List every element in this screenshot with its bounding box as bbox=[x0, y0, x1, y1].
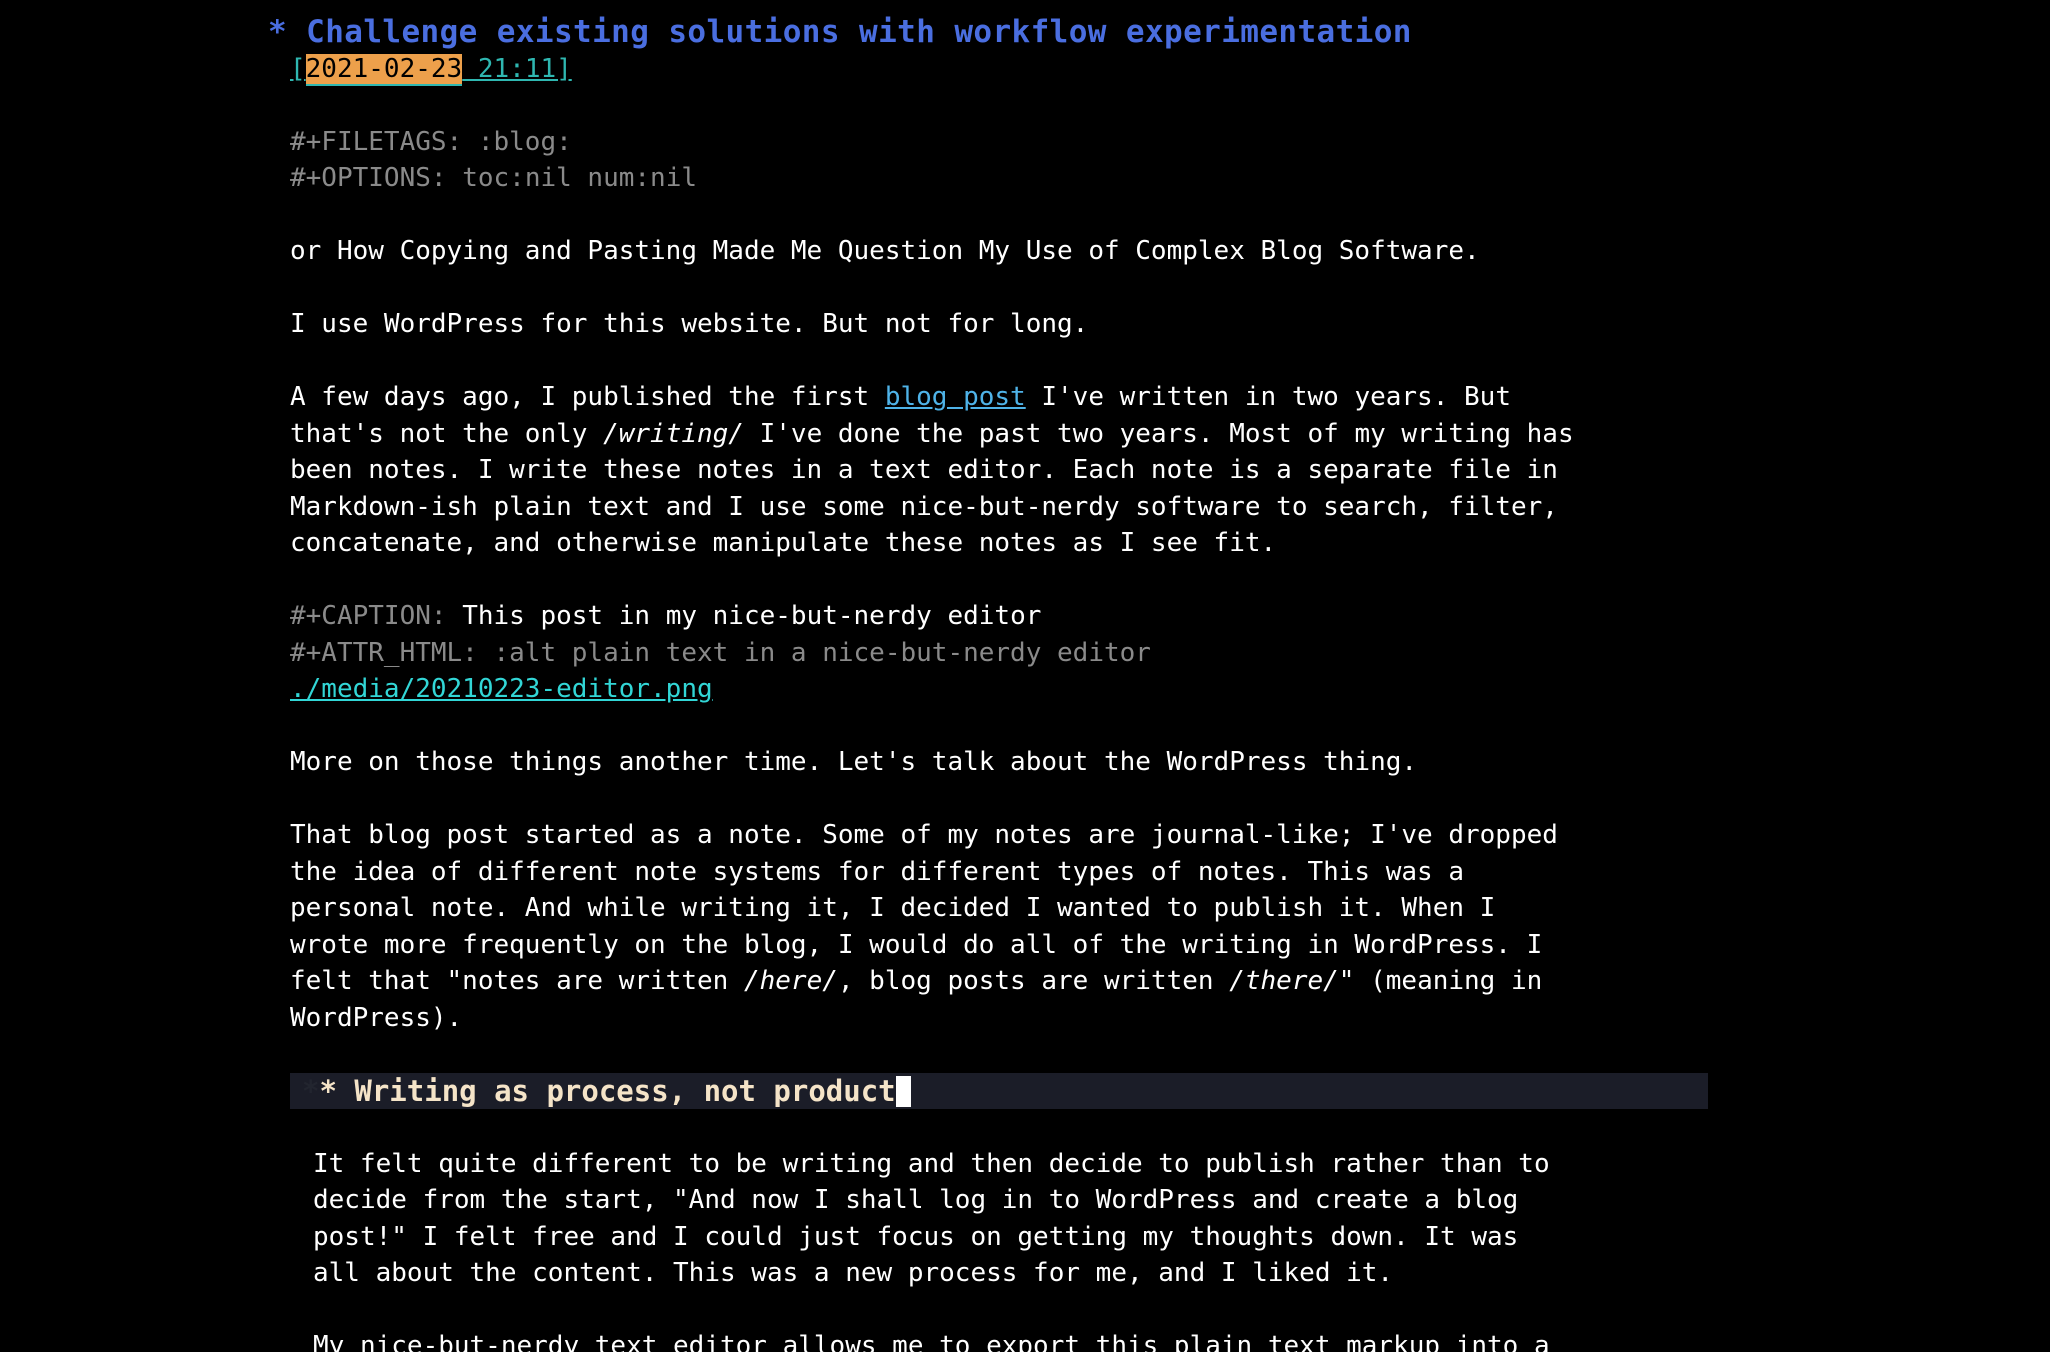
italic-there: /there/ bbox=[1229, 966, 1339, 996]
paragraph-fewdays-line-5: concatenate, and otherwise manipulate th… bbox=[290, 528, 1277, 558]
text-after-italic: I've done the past two years. Most of my… bbox=[743, 418, 1574, 449]
attr-html-keyword: #+ATTR_HTML: bbox=[290, 637, 478, 668]
paragraph-itfelt-line-2: decide from the start, "And now I shall … bbox=[313, 1185, 1519, 1215]
italic-writing: /writing/ bbox=[603, 418, 744, 449]
paragraph-wordpress: I use WordPress for this website. But no… bbox=[290, 309, 1089, 339]
caption-keyword: #+CAPTION: bbox=[290, 601, 447, 631]
current-line-highlight[interactable]: ** Writing as process, not product bbox=[290, 1072, 1708, 1109]
headline-level-1-title: Challenge existing solutions with workfl… bbox=[306, 14, 1412, 50]
paragraph-fewdays-line-1: A few days ago, I published the first bl… bbox=[0, 379, 2050, 416]
options-value: toc:nil num:nil bbox=[446, 163, 697, 193]
paragraph-fewdays-line-4: Markdown-ish plain text and I use some n… bbox=[290, 491, 1558, 522]
italic-here: /here/ bbox=[743, 966, 838, 996]
headline-visible-star: * bbox=[319, 1073, 355, 1108]
paragraph-itfelt-line-4: all about the content. This was a new pr… bbox=[313, 1258, 1394, 1288]
paragraph-thatblog-line-4: wrote more frequently on the blog, I wou… bbox=[290, 929, 1543, 960]
paragraph-fewdays-line-2: that's not the only /writing/ I've done … bbox=[0, 416, 2050, 453]
paragraph-itfelt-line-3: post!" I felt free and I could just focu… bbox=[313, 1221, 1519, 1252]
image-file-link[interactable]: ./media/20210223-editor.png bbox=[290, 674, 713, 704]
text-before-link: A few days ago, I published the first bbox=[290, 382, 885, 412]
paragraph-mynice-partial: My nice-but-nerdy text editor allows me … bbox=[313, 1331, 1550, 1352]
options-keyword: #+OPTIONS: bbox=[290, 163, 447, 193]
filetags-value: :blog: bbox=[462, 126, 572, 157]
headline-level-2-title: Writing as process, not product bbox=[354, 1073, 896, 1108]
org-timestamp-line[interactable]: [2021-02-23 21:11] bbox=[0, 51, 2050, 88]
paragraph-moreon: More on those things another time. Let's… bbox=[290, 747, 1418, 777]
paragraph-itfelt-line-1: It felt quite different to be writing an… bbox=[313, 1148, 1550, 1179]
attr-html-value: :alt plain text in a nice-but-nerdy edit… bbox=[477, 637, 1151, 668]
text-after-link: I've written in two years. But bbox=[1025, 382, 1511, 412]
text-cursor bbox=[895, 1075, 911, 1107]
headline-level-1[interactable]: * Challenge existing solutions with work… bbox=[0, 14, 2050, 51]
headline-space bbox=[287, 14, 306, 50]
text-segment-b: , blog posts are written bbox=[837, 966, 1230, 996]
attr-html-line[interactable]: #+ATTR_HTML: :alt plain text in a nice-b… bbox=[0, 635, 2050, 672]
paragraph-thatblog-line-5: felt that "notes are written /here/, blo… bbox=[0, 963, 2050, 1000]
timestamp-time: 21:11] bbox=[462, 53, 572, 84]
caption-line[interactable]: #+CAPTION: This post in my nice-but-nerd… bbox=[0, 598, 2050, 635]
options-line[interactable]: #+OPTIONS: toc:nil num:nil bbox=[0, 160, 2050, 197]
paragraph-thatblog-line-3: personal note. And while writing it, I d… bbox=[290, 893, 1496, 923]
paragraph-thatblog-line-1: That blog post started as a note. Some o… bbox=[290, 820, 1558, 850]
paragraph-thatblog-line-6: WordPress). bbox=[290, 1002, 463, 1033]
paragraph-thatblog-line-2: the idea of different note systems for d… bbox=[290, 856, 1464, 887]
blog-post-link[interactable]: blog post bbox=[885, 382, 1026, 412]
image-link-line[interactable]: ./media/20210223-editor.png bbox=[0, 671, 2050, 708]
filetags-keyword: #+FILETAGS: bbox=[290, 126, 463, 157]
filetags-line[interactable]: #+FILETAGS: :blog: bbox=[0, 124, 2050, 161]
headline-level-2-row[interactable]: ** Writing as process, not product bbox=[0, 1072, 2050, 1109]
headline-stars: * bbox=[268, 14, 288, 50]
text-segment-a: felt that "notes are written bbox=[290, 966, 744, 996]
timestamp-date-selected[interactable]: 2021-02-23 bbox=[305, 53, 463, 86]
headline-hidden-star: * bbox=[302, 1073, 320, 1108]
timestamp-open-bracket: [ bbox=[290, 53, 306, 84]
text-before-italic: that's not the only bbox=[290, 418, 604, 449]
text-segment-c: " (meaning in bbox=[1338, 966, 1543, 996]
paragraph-subtitle: or How Copying and Pasting Made Me Quest… bbox=[290, 236, 1480, 266]
paragraph-fewdays-line-3: been notes. I write these notes in a tex… bbox=[290, 455, 1558, 485]
caption-value: This post in my nice-but-nerdy editor bbox=[446, 601, 1042, 631]
org-buffer[interactable]: * Challenge existing solutions with work… bbox=[0, 0, 2050, 1352]
